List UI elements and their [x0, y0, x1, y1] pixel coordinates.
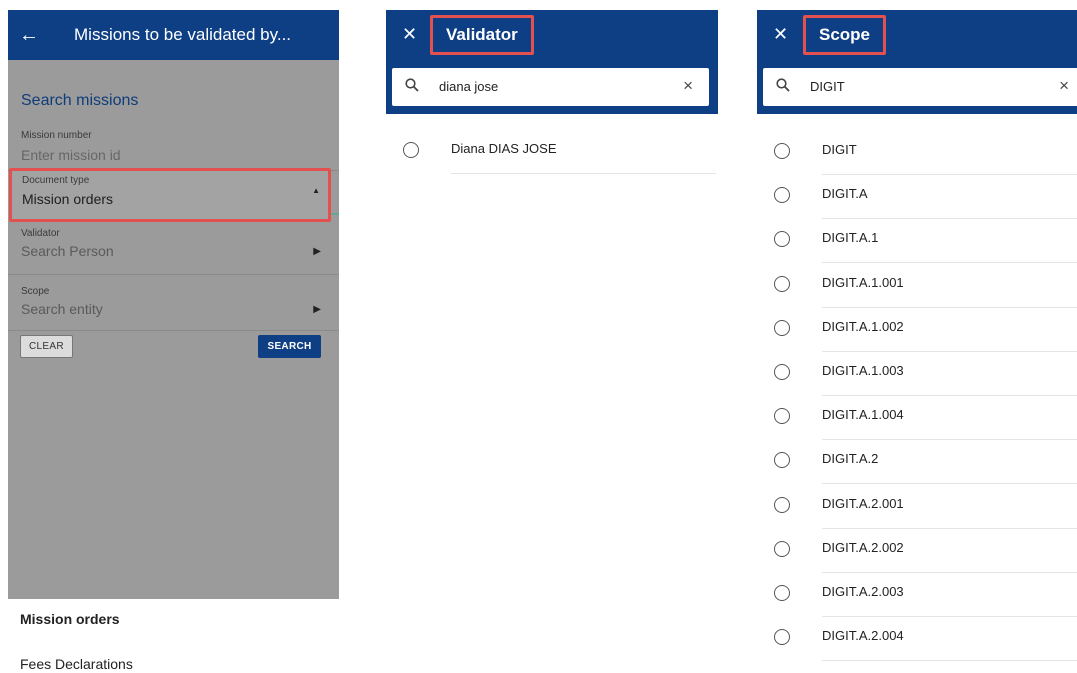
missions-header: ← Missions to be validated by... — [8, 10, 339, 60]
result-label: DIGIT.A.1.001 — [822, 274, 904, 290]
missions-panel: ← Missions to be validated by... Search … — [8, 10, 339, 673]
result-row[interactable]: DIGIT.A.1.003 — [757, 352, 1077, 396]
result-label: DIGIT.A.2.001 — [822, 495, 904, 511]
search-button[interactable]: SEARCH — [258, 335, 321, 358]
radio-button[interactable] — [774, 275, 790, 292]
scope-search-input[interactable]: DIGIT — [810, 79, 845, 94]
result-label: DIGIT.A.2.004 — [822, 628, 904, 644]
mission-number-input[interactable]: Enter mission id — [21, 147, 121, 163]
result-label: Diana DIAS JOSE — [451, 141, 557, 156]
result-row[interactable]: Diana DIAS JOSE — [386, 130, 716, 174]
result-label: DIGIT.A.2.002 — [822, 539, 904, 555]
search-missions-title: Search missions — [21, 92, 139, 109]
result-row[interactable]: DIGIT.A — [757, 175, 1077, 220]
search-form: Search missions Mission number Enter mis… — [8, 60, 339, 599]
radio-button[interactable] — [774, 585, 790, 601]
result-label: DIGIT.A — [822, 186, 868, 202]
scope-title: Scope — [803, 15, 887, 55]
back-arrow-icon[interactable]: ← — [8, 10, 50, 60]
mission-number-label: Mission number — [21, 130, 92, 141]
scope-panel: ✕ Scope DIGIT × DIGIT DIGIT.A DIGIT.A.1 DIG… — [757, 10, 1077, 673]
scope-header: ✕ Scope DIGIT × — [757, 10, 1077, 114]
scope-input[interactable]: Search entity — [21, 301, 103, 317]
result-row[interactable]: DIGIT.A.3 — [757, 661, 1077, 673]
page-title: Missions to be validated by... — [74, 25, 292, 44]
scope-search-box[interactable]: DIGIT × — [763, 68, 1077, 106]
radio-button[interactable] — [774, 408, 790, 425]
validator-panel: ✕ Validator diana jose × Diana DIAS JOSE — [386, 10, 718, 673]
radio-button[interactable] — [774, 540, 790, 557]
radio-button[interactable] — [774, 319, 790, 336]
result-row[interactable]: DIGIT.A.1.004 — [757, 396, 1077, 441]
dropdown-option-mission-orders[interactable]: Mission orders — [20, 611, 120, 627]
radio-button[interactable] — [774, 143, 790, 159]
validator-label: Validator — [21, 228, 60, 239]
validator-search-input[interactable]: diana jose — [439, 79, 498, 94]
radio-button[interactable] — [774, 187, 790, 204]
validator-header: ✕ Validator diana jose × — [386, 10, 718, 114]
result-row[interactable]: DIGIT.A.2.001 — [757, 485, 1077, 529]
scope-field[interactable]: Scope Search entity ▶ — [8, 275, 339, 331]
radio-button[interactable] — [403, 142, 419, 158]
result-row[interactable]: DIGIT.A.2.004 — [757, 617, 1077, 662]
radio-button[interactable] — [774, 231, 790, 248]
radio-button[interactable] — [774, 364, 790, 380]
result-label: DIGIT.A.2 — [822, 451, 879, 467]
result-row[interactable]: DIGIT.A.1.002 — [757, 308, 1077, 352]
caret-right-icon: ▶ — [313, 246, 321, 257]
close-icon[interactable]: ✕ — [773, 24, 788, 45]
radio-button[interactable] — [774, 629, 790, 646]
focus-underline — [331, 213, 339, 215]
validator-title: Validator — [430, 15, 534, 55]
mission-number-field[interactable]: Mission number Enter mission id — [8, 120, 339, 171]
caret-up-icon: ▲ — [312, 186, 320, 195]
document-type-select[interactable]: Document type Mission orders ▲ — [9, 168, 331, 222]
validator-field[interactable]: Validator Search Person ▶ — [8, 221, 339, 275]
validator-input[interactable]: Search Person — [21, 243, 114, 259]
result-label: DIGIT — [822, 142, 857, 157]
radio-button[interactable] — [774, 496, 790, 513]
result-row[interactable]: DIGIT.A.2 — [757, 440, 1077, 485]
radio-button[interactable] — [774, 452, 790, 469]
result-row[interactable]: DIGIT.A.2.003 — [757, 573, 1077, 617]
result-label: DIGIT.A.1.003 — [822, 363, 904, 378]
search-icon — [405, 78, 419, 92]
clear-search-icon[interactable]: × — [1059, 76, 1069, 96]
result-row[interactable]: DIGIT — [757, 131, 1077, 175]
scope-label: Scope — [21, 286, 50, 297]
close-icon[interactable]: ✕ — [402, 24, 417, 45]
result-label: DIGIT.A.2.003 — [822, 584, 904, 599]
result-label: DIGIT.A.1.002 — [822, 318, 904, 334]
result-row[interactable]: DIGIT.A.2.002 — [757, 529, 1077, 573]
result-label: DIGIT.A.1.004 — [822, 407, 904, 423]
document-type-label: Document type — [22, 175, 90, 186]
result-row[interactable]: DIGIT.A.1 — [757, 219, 1077, 264]
validator-search-box[interactable]: diana jose × — [392, 68, 709, 106]
row-divider — [451, 173, 716, 174]
dropdown-option-fees-declarations[interactable]: Fees Declarations — [20, 656, 133, 672]
document-type-value: Mission orders — [22, 191, 114, 207]
result-row[interactable]: DIGIT.A.1.001 — [757, 264, 1077, 308]
clear-search-icon[interactable]: × — [683, 76, 693, 96]
clear-button[interactable]: CLEAR — [20, 335, 73, 358]
caret-right-icon: ▶ — [313, 304, 321, 315]
result-label: DIGIT.A.1 — [822, 230, 879, 246]
search-icon — [776, 78, 790, 92]
